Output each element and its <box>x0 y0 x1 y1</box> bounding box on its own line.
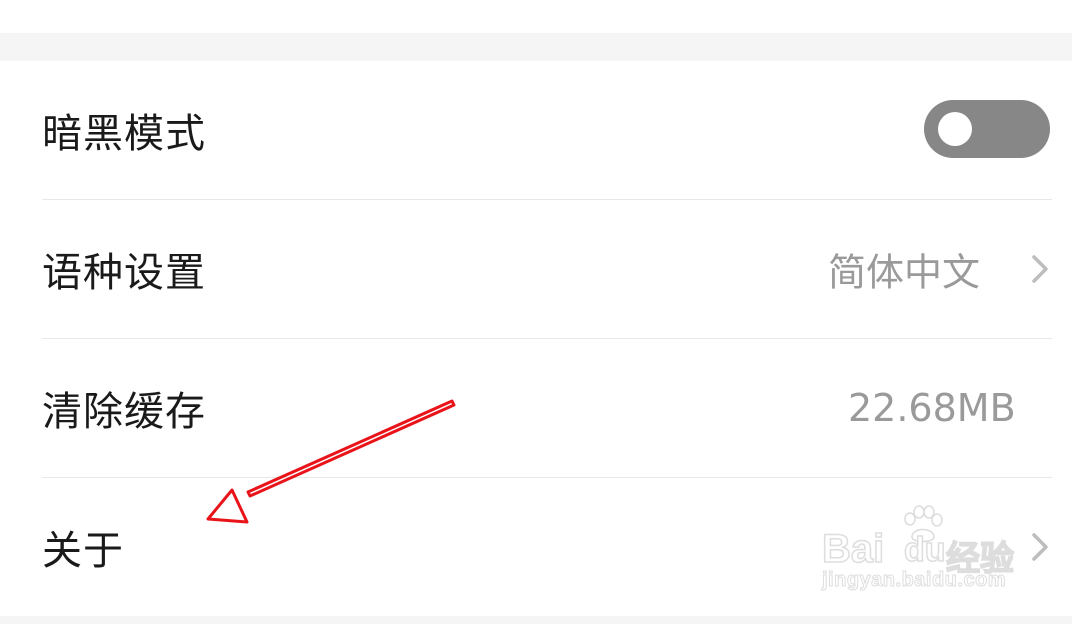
section-gap <box>0 33 1072 61</box>
watermark-url: jingyan.baidu.com <box>821 569 1007 592</box>
dark-mode-label: 暗黑模式 <box>42 111 206 157</box>
top-area <box>0 0 1072 33</box>
bottom-gap <box>0 616 1072 624</box>
watermark-brand: Bai <box>821 526 885 572</box>
language-value: 简体中文 <box>828 250 981 295</box>
clear-cache-row[interactable]: 清除缓存 22.68MB <box>0 339 1072 477</box>
toggle-knob <box>938 112 972 146</box>
chevron-right-icon <box>1032 255 1048 283</box>
cache-size-value: 22.68MB <box>848 386 1016 430</box>
watermark-brand-du: du <box>903 530 946 570</box>
dark-mode-toggle[interactable] <box>924 100 1050 158</box>
language-label: 语种设置 <box>42 250 206 296</box>
settings-page: 暗黑模式 语种设置 简体中文 清除缓存 22.68MB 关于 Bai du 经验… <box>0 0 1072 624</box>
clear-cache-label: 清除缓存 <box>42 389 206 435</box>
baidu-watermark: Bai du 经验 jingyan.baidu.com <box>820 505 1020 605</box>
language-row[interactable]: 语种设置 简体中文 <box>0 200 1072 338</box>
about-label: 关于 <box>42 528 124 574</box>
dark-mode-row[interactable]: 暗黑模式 <box>0 61 1072 199</box>
chevron-right-icon <box>1032 533 1048 561</box>
